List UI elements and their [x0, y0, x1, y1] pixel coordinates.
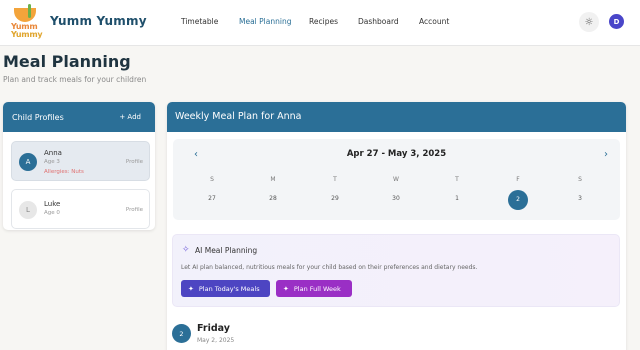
- nav-timetable[interactable]: Timetable: [181, 17, 218, 26]
- plan-week-label: Plan Full Week: [293, 284, 341, 293]
- calendar-date[interactable]: 30: [386, 195, 406, 202]
- week-range: Apr 27 - May 3, 2025: [346, 149, 447, 159]
- child-profiles-title: Child Profiles: [12, 113, 64, 122]
- day-number-badge: 2: [172, 324, 191, 343]
- fork-icon: [28, 4, 31, 18]
- week-calendar: ‹ Apr 27 - May 3, 2025 › S M T W T F S 2…: [173, 139, 620, 220]
- sparkle-icon: ✦: [283, 284, 289, 293]
- nav-meal-planning[interactable]: Meal Planning: [239, 17, 291, 26]
- day-of-week-label: S: [210, 176, 214, 183]
- theme-toggle-button[interactable]: ☼: [579, 12, 599, 32]
- child-card-luke[interactable]: L Luke Age 0 Profile: [11, 189, 150, 229]
- next-week-button[interactable]: ›: [599, 147, 613, 161]
- nav-recipes[interactable]: Recipes: [309, 17, 338, 26]
- day-of-week-label: T: [333, 176, 337, 183]
- bowl-icon: [14, 8, 36, 22]
- ai-meal-planning-card: ✧ AI Meal Planning Let AI plan balanced,…: [172, 234, 620, 307]
- calendar-date[interactable]: 1: [447, 195, 467, 202]
- weekly-meal-plan-panel: Weekly Meal Plan for Anna ‹ Apr 27 - May…: [167, 102, 626, 350]
- logo[interactable]: Yumm Yummy: [10, 4, 43, 39]
- plan-today-label: Plan Today's Meals: [198, 284, 260, 293]
- child-avatar: A: [19, 153, 37, 171]
- child-avatar: L: [19, 201, 37, 219]
- child-profiles-header: Child Profiles + Add: [3, 102, 155, 132]
- day-of-week-label: T: [455, 176, 459, 183]
- page-title: Meal Planning: [3, 52, 131, 71]
- sparkle-icon: ✧: [182, 245, 190, 255]
- weekly-title: Weekly Meal Plan for Anna: [175, 111, 302, 122]
- day-of-week-label: F: [516, 176, 520, 183]
- child-profiles-panel: Child Profiles + Add A Anna Age 3 Allerg…: [3, 102, 155, 230]
- add-child-button[interactable]: + Add: [119, 113, 141, 121]
- child-name: Anna: [44, 149, 62, 157]
- child-age: Age 0: [44, 210, 60, 216]
- top-header: Yumm Yummy Yumm Yummy Timetable Meal Pla…: [0, 0, 640, 46]
- child-name: Luke: [44, 200, 61, 208]
- plan-week-button[interactable]: ✦ Plan Full Week: [276, 280, 352, 297]
- nav-account[interactable]: Account: [419, 17, 449, 26]
- chevron-right-icon: ›: [604, 148, 608, 160]
- plan-today-button[interactable]: ✦ Plan Today's Meals: [181, 280, 270, 297]
- ai-description: Let AI plan balanced, nutritious meals f…: [181, 264, 478, 271]
- brand-name[interactable]: Yumm Yummy: [50, 14, 147, 28]
- calendar-date[interactable]: 29: [325, 195, 345, 202]
- day-of-week-label: W: [393, 176, 399, 183]
- sparkle-icon: ✦: [188, 284, 194, 293]
- user-avatar[interactable]: D: [609, 14, 624, 29]
- day-of-week-label: M: [270, 176, 276, 183]
- page-subtitle: Plan and track meals for your children: [3, 75, 147, 84]
- calendar-date[interactable]: 27: [202, 195, 222, 202]
- calendar-date[interactable]: 3: [570, 195, 590, 202]
- day-date: May 2, 2025: [197, 337, 235, 344]
- child-card-anna[interactable]: A Anna Age 3 Allergies: Nuts Profile: [11, 141, 150, 181]
- child-age: Age 3: [44, 159, 60, 165]
- day-name: Friday: [197, 323, 230, 334]
- logo-text-line2: Yummy: [11, 30, 43, 39]
- child-allergy: Allergies: Nuts: [44, 169, 84, 175]
- weekly-header: Weekly Meal Plan for Anna: [167, 102, 626, 132]
- calendar-date[interactable]: 28: [263, 195, 283, 202]
- child-profile-link[interactable]: Profile: [126, 159, 143, 165]
- calendar-date-selected[interactable]: 2: [508, 190, 528, 210]
- nav-dashboard[interactable]: Dashboard: [358, 17, 399, 26]
- ai-title: AI Meal Planning: [195, 246, 258, 255]
- day-of-week-label: S: [578, 176, 582, 183]
- sun-icon: ☼: [584, 16, 594, 28]
- child-profile-link[interactable]: Profile: [126, 207, 143, 213]
